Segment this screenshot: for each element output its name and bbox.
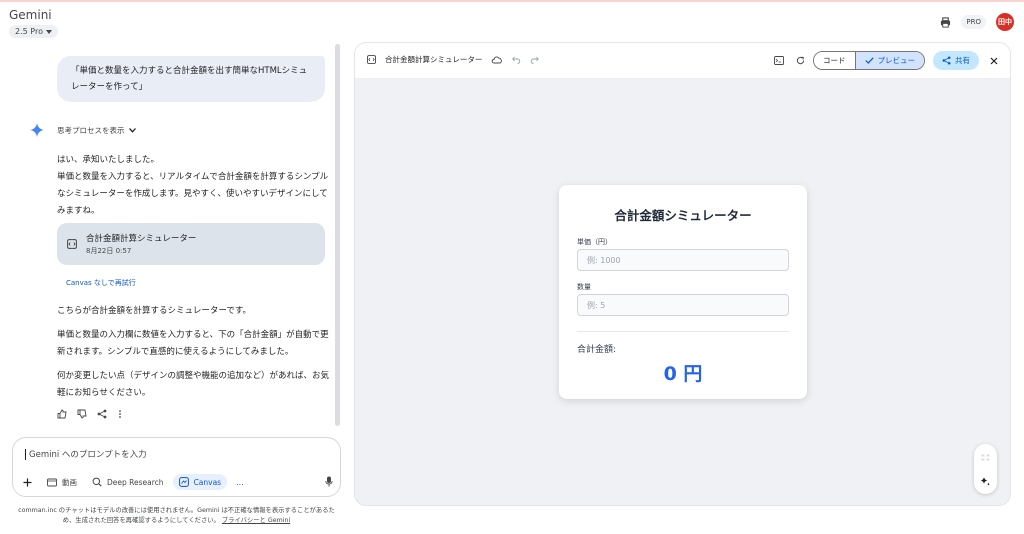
cloud-icon[interactable] [491, 55, 503, 64]
response-intro-2: 単価と数量を入力すると、リアルタイムで合計金額を計算するシンプルなシミュレーター… [57, 172, 329, 216]
video-icon [47, 478, 57, 486]
show-thinking-toggle[interactable]: 思考プロセスを表示 [57, 125, 136, 136]
canvas-icon [178, 477, 189, 487]
response-actions [57, 409, 123, 419]
undo-icon[interactable] [512, 56, 521, 64]
prompt-input[interactable]: Gemini へのプロンプトを入力 [25, 448, 147, 460]
user-message: 「単価と数量を入力すると合計金額を出す簡単なHTMLシミュレーターを作って」 [57, 56, 325, 102]
show-thinking-label: 思考プロセスを表示 [57, 126, 125, 135]
redo-icon[interactable] [530, 56, 540, 64]
prompt-placeholder: Gemini へのプロンプトを入力 [29, 450, 147, 460]
chat-scrollbar[interactable] [335, 44, 340, 426]
total-value: 0 円 [663, 363, 703, 385]
total-label: 合計金額: [577, 345, 617, 355]
caret-down-icon [45, 29, 52, 34]
response-paragraph-3: 何か変更したい点（デザインの調整や機能の追加など）があれば、お気軽にお知らせくだ… [57, 371, 330, 398]
share-icon [942, 56, 951, 65]
prompt-toolbar: 動画 Deep Research Canvas … [23, 474, 333, 490]
code-doc-icon [367, 55, 376, 64]
canvas-doc-card[interactable]: 合計金額計算シミュレーター 8月22日 0:57 [57, 223, 325, 265]
response-paragraph-1: こちらが合計金額を計算するシミュレーターです。 [57, 306, 251, 316]
unit-price-input[interactable]: 例: 1000 [577, 249, 789, 271]
divider [577, 331, 789, 332]
retry-without-canvas-link[interactable]: Canvas なしで再試行 [66, 278, 136, 288]
code-doc-icon [67, 239, 77, 249]
share-button-label: 共有 [955, 56, 970, 65]
response-paragraph-2: 単価と数量の入力欄に数値を入力すると、下の「合計金額」が自動で更新されます。シン… [57, 330, 329, 357]
canvas-card-date: 8月22日 0:57 [86, 247, 132, 255]
refresh-icon[interactable] [796, 56, 805, 65]
simulator-card: 合計金額シミュレーター 単価（円） 例: 1000 数量 例: 5 合計金額: … [559, 185, 807, 399]
check-icon [864, 57, 874, 64]
close-icon[interactable] [990, 57, 998, 65]
canvas-tool-button[interactable]: Canvas [172, 474, 228, 490]
deep-research-button[interactable]: Deep Research [92, 477, 164, 487]
share-icon[interactable] [97, 409, 107, 419]
deep-research-label: Deep Research [107, 477, 164, 487]
plus-icon [23, 478, 32, 486]
more-tools-button[interactable]: … [236, 478, 244, 487]
more-vertical-icon[interactable] [117, 409, 123, 419]
thumbs-down-icon[interactable] [77, 409, 87, 419]
app-title[interactable]: Gemini [9, 8, 52, 22]
terminal-icon[interactable] [774, 56, 784, 65]
simulator-title: 合計金額シミュレーター [614, 208, 752, 223]
footnote: comman.inc のチャットはモデルの改善には使用されません。Gemini … [12, 506, 341, 526]
grid-icon[interactable] [981, 454, 990, 461]
text-cursor [25, 448, 26, 460]
printer-icon[interactable] [940, 16, 951, 28]
top-accent-line [0, 0, 1024, 2]
preview-tab-label: プレビュー [877, 56, 916, 65]
unit-price-label: 単価（円） [577, 238, 612, 246]
pro-badge[interactable]: PRO [961, 15, 986, 29]
deep-research-icon [92, 477, 102, 487]
sparkle-edit-icon[interactable] [980, 476, 991, 487]
model-selector[interactable]: 2.5 Pro [9, 25, 58, 38]
privacy-link[interactable]: プライバシーと Gemini [222, 517, 290, 524]
thumbs-up-icon[interactable] [57, 409, 67, 419]
canvas-toolbar: 合計金額計算シミュレーター コード プレビュー 共有 [355, 43, 1010, 79]
canvas-tool-label: Canvas [193, 477, 222, 487]
avatar[interactable]: 田中 [996, 13, 1014, 31]
prompt-input-box[interactable]: Gemini へのプロンプトを入力 動画 Deep Research Canva… [12, 437, 341, 497]
model-label: 2.5 Pro [15, 27, 43, 36]
canvas-card-title: 合計金額計算シミュレーター [86, 234, 197, 244]
share-button[interactable]: 共有 [933, 51, 979, 70]
response-intro-1: はい、承知いたしました。 [57, 155, 160, 165]
add-button[interactable] [23, 478, 32, 487]
microphone-icon[interactable] [325, 476, 333, 489]
view-toggle: コード プレビュー [813, 51, 925, 70]
video-tool-button[interactable]: 動画 [47, 477, 77, 488]
code-tab[interactable]: コード [814, 52, 856, 69]
preview-tab[interactable]: プレビュー [855, 52, 924, 69]
top-right-controls: PRO 田中 [940, 13, 1014, 31]
canvas-doc-title: 合計金額計算シミュレーター [385, 55, 483, 64]
gemini-spark-icon [30, 122, 44, 141]
chat-history: 「単価と数量を入力すると合計金額を出す簡単なHTMLシミュレーターを作って」 思… [0, 44, 345, 429]
quantity-input[interactable]: 例: 5 [577, 294, 789, 316]
quantity-label: 数量 [577, 283, 591, 291]
canvas-panel: 合計金額計算シミュレーター コード プレビュー 共有 合計金額シミュレーター 単… [354, 42, 1011, 506]
video-tool-label: 動画 [62, 477, 77, 487]
chevron-down-icon [128, 128, 136, 133]
floating-tools [974, 444, 997, 494]
